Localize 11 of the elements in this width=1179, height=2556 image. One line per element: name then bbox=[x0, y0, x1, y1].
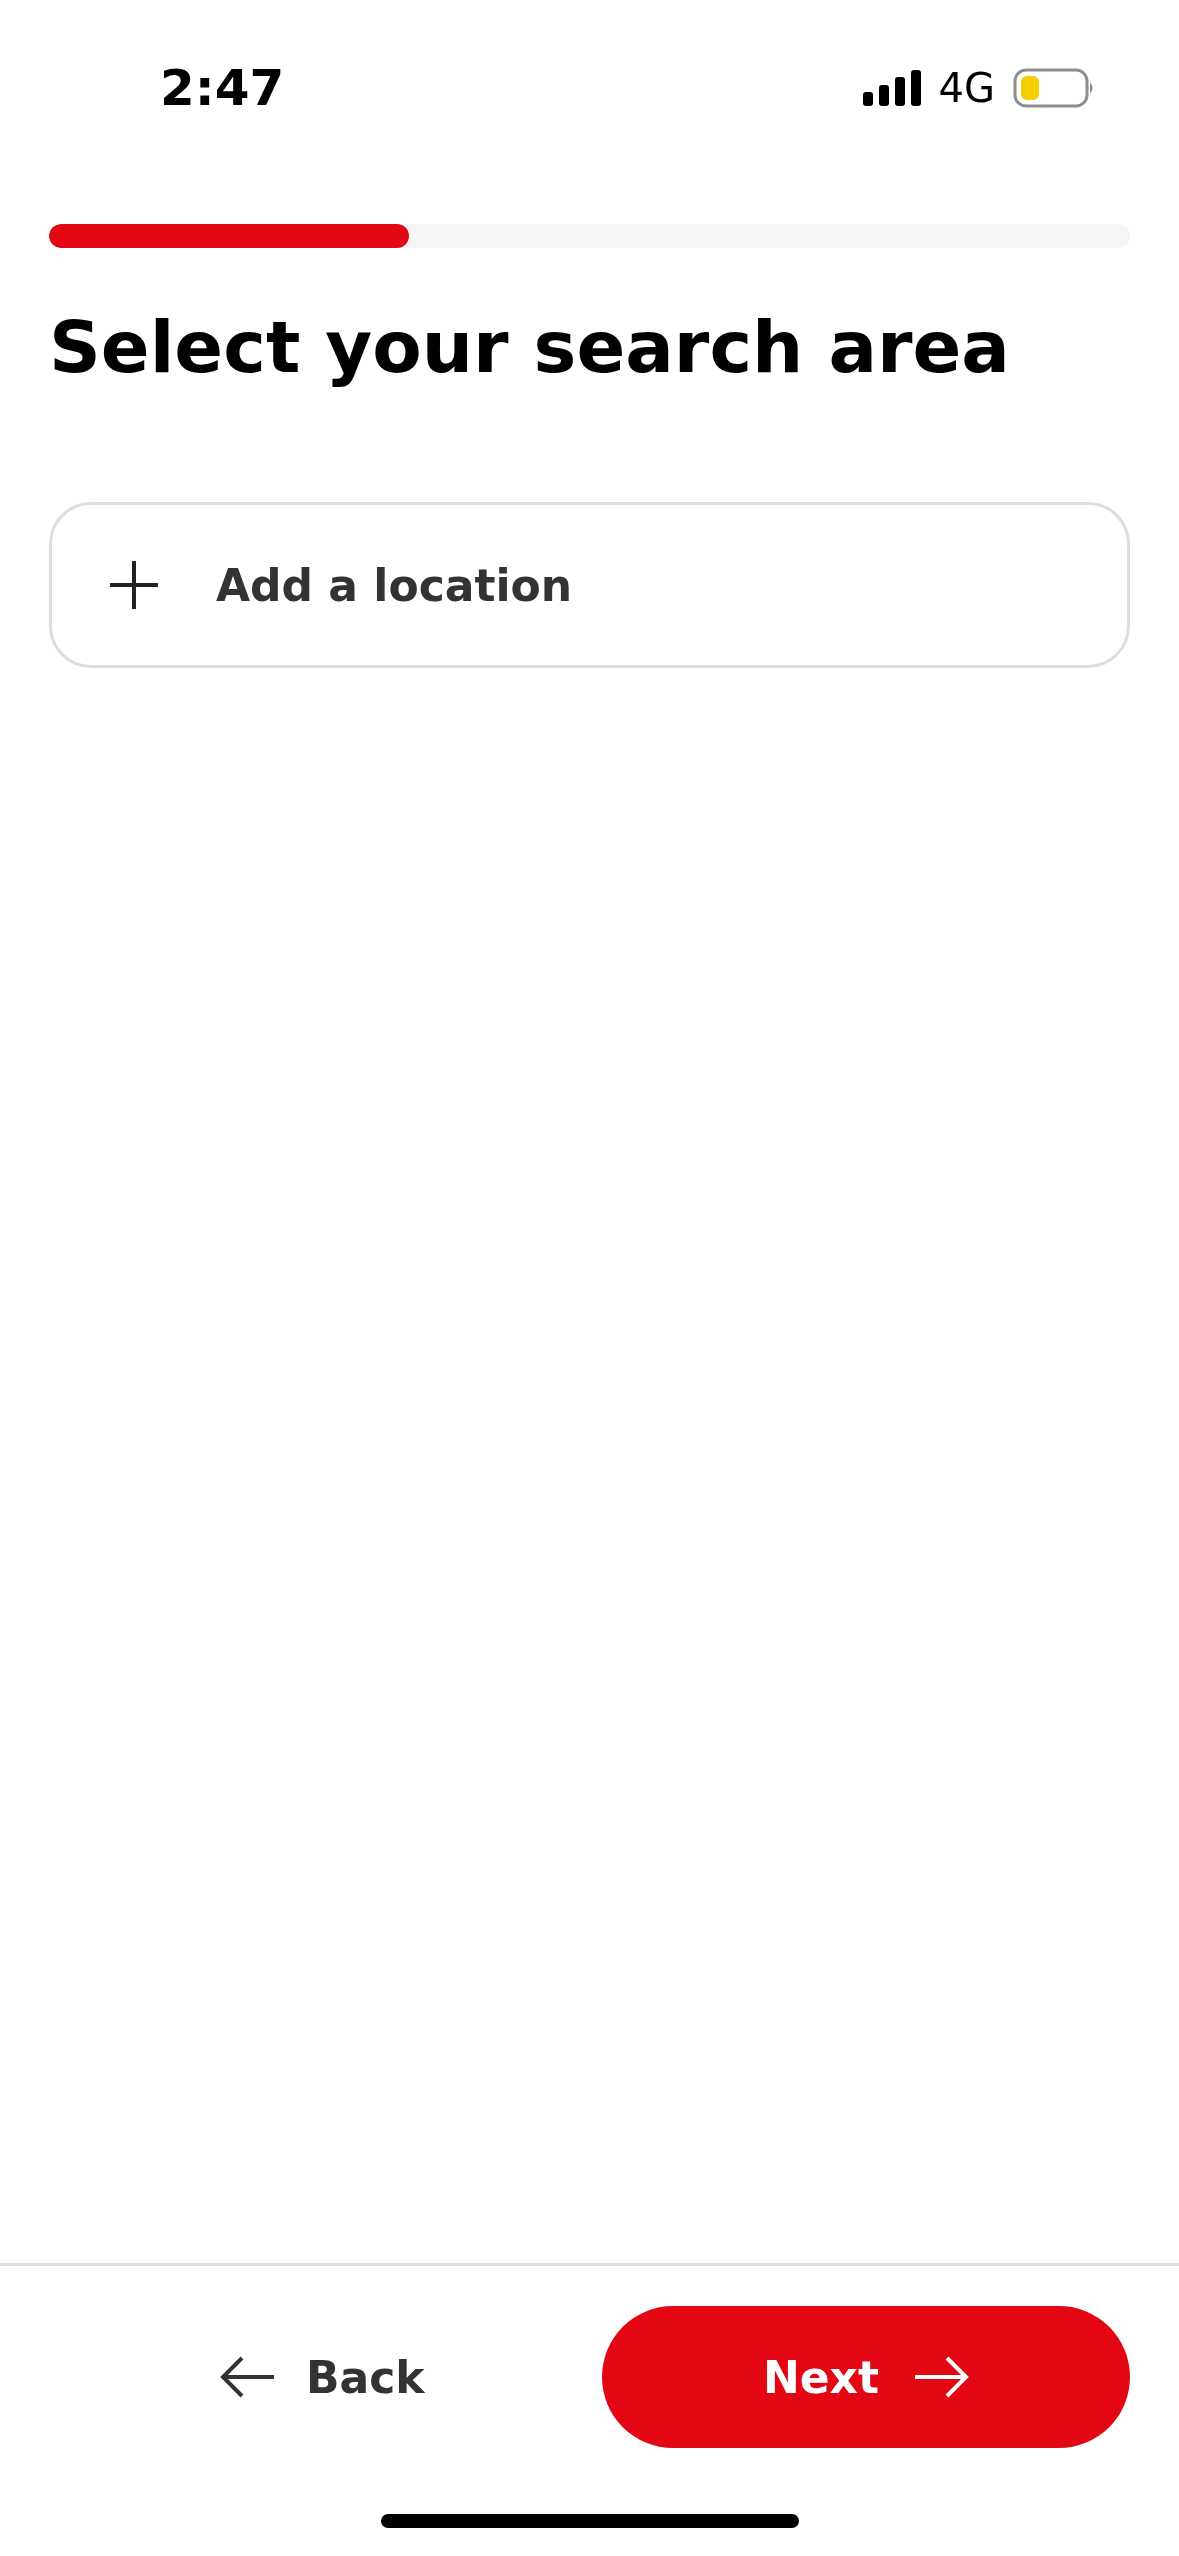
plus-icon bbox=[108, 559, 160, 612]
page-title: Select your search area bbox=[49, 304, 1011, 391]
status-time: 2:47 bbox=[160, 59, 285, 117]
battery-icon bbox=[1013, 68, 1095, 108]
next-button[interactable]: Next bbox=[602, 2306, 1130, 2448]
signal-icon bbox=[862, 70, 921, 106]
network-label: 4G bbox=[938, 65, 995, 111]
back-button[interactable]: Back bbox=[220, 2351, 425, 2403]
arrow-left-icon bbox=[220, 2355, 276, 2399]
arrow-right-icon bbox=[913, 2355, 970, 2399]
add-location-button[interactable]: Add a location bbox=[49, 502, 1130, 669]
